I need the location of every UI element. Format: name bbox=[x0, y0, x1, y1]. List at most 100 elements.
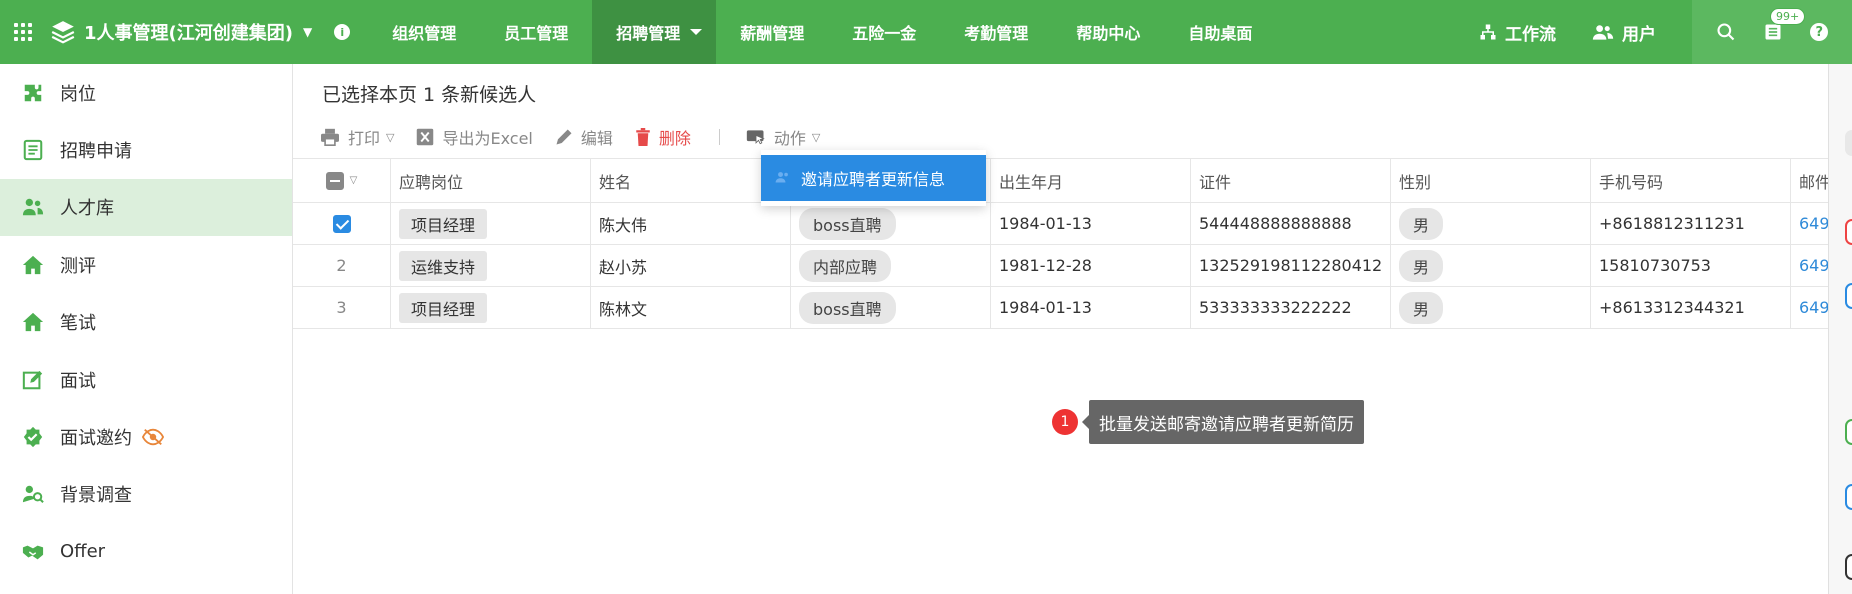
sidebar-item-written-test[interactable]: 笔试 bbox=[0, 294, 292, 351]
sidebar-item-label: 面试邀约 bbox=[60, 428, 132, 450]
info-icon[interactable]: i bbox=[334, 24, 351, 40]
nav-self-service[interactable]: 自助桌面 bbox=[1164, 0, 1276, 64]
user-link[interactable]: 用户 bbox=[1592, 20, 1656, 45]
row-select-cell[interactable] bbox=[293, 203, 391, 244]
home-icon bbox=[22, 255, 44, 275]
sidebar-item-background-check[interactable]: 背景调查 bbox=[0, 466, 292, 523]
name-cell: 陈大伟 bbox=[591, 203, 791, 244]
position-tag: 运维支持 bbox=[399, 250, 488, 281]
nav-salary[interactable]: 薪酬管理 bbox=[716, 0, 828, 64]
sidebar-item-label: 笔试 bbox=[60, 313, 96, 335]
user-label: 用户 bbox=[1622, 24, 1656, 45]
email-link[interactable]: 6490 bbox=[1791, 245, 1828, 286]
print-button[interactable]: 打印 ▽ bbox=[320, 125, 394, 149]
side-indicator bbox=[1845, 219, 1852, 245]
nav-label: 薪酬管理 bbox=[740, 24, 805, 43]
gender-pill: 男 bbox=[1399, 249, 1444, 282]
help-icon[interactable]: ? bbox=[1810, 23, 1829, 41]
source-cell: 内部应聘 bbox=[791, 245, 991, 286]
nav-insurance[interactable]: 五险一金 bbox=[828, 0, 940, 64]
sidebar-item-interview[interactable]: 面试 bbox=[0, 351, 292, 408]
phone-cell: +8613312344321 bbox=[1591, 287, 1791, 328]
phone-cell: +8618812311231 bbox=[1591, 203, 1791, 244]
export-excel-button[interactable]: 导出为Excel bbox=[416, 125, 533, 149]
gender-cell: 男 bbox=[1391, 203, 1591, 244]
sidebar-item-position[interactable]: 岗位 bbox=[0, 64, 292, 121]
main-menu: 组织管理 员工管理 招聘管理 薪酬管理 五险一金 考勤管理 帮助中心 自助桌面 bbox=[368, 0, 1276, 64]
sidebar-item-label: 招聘申请 bbox=[60, 141, 132, 163]
sidebar-item-interview-invite[interactable]: 面试邀约 bbox=[0, 408, 292, 465]
sidebar-item-talent-pool[interactable]: 人才库 bbox=[0, 178, 292, 237]
delete-label: 删除 bbox=[658, 129, 691, 148]
home-icon bbox=[22, 313, 44, 332]
nav-employee[interactable]: 员工管理 bbox=[480, 0, 592, 64]
gender-pill: 男 bbox=[1399, 207, 1444, 240]
nav-org[interactable]: 组织管理 bbox=[368, 0, 480, 64]
select-all-checkbox[interactable] bbox=[325, 171, 344, 190]
sidebar-item-label: 人才库 bbox=[60, 198, 114, 220]
nav-label: 自助桌面 bbox=[1188, 24, 1253, 43]
layers-logo-icon bbox=[51, 21, 75, 44]
action-label: 动作 bbox=[773, 129, 806, 148]
side-indicator bbox=[1845, 484, 1852, 510]
position-tag: 项目经理 bbox=[399, 208, 488, 239]
table-row[interactable]: 3 项目经理 陈林文 boss直聘 1984-01-13 53333333322… bbox=[293, 287, 1828, 329]
sidebar-item-label: 背景调查 bbox=[60, 485, 132, 507]
trash-icon bbox=[636, 128, 650, 146]
search-icon[interactable] bbox=[1716, 22, 1736, 42]
eye-slash-icon[interactable] bbox=[142, 426, 164, 448]
name-cell: 赵小苏 bbox=[591, 245, 791, 286]
workflow-link[interactable]: 工作流 bbox=[1479, 20, 1556, 45]
pencil-icon bbox=[556, 129, 572, 145]
chevron-down-icon: ▽ bbox=[811, 130, 821, 144]
email-link[interactable]: 6490 bbox=[1791, 287, 1828, 328]
apps-grid-icon[interactable] bbox=[0, 0, 46, 64]
sidebar-item-assessment[interactable]: 测评 bbox=[0, 236, 292, 293]
hint-tooltip: 批量发送邮寄邀请应聘者更新简历 bbox=[1082, 400, 1364, 444]
table-row[interactable]: 2 运维支持 赵小苏 内部应聘 1981-12-28 1325291981122… bbox=[293, 245, 1828, 287]
column-header[interactable]: 性别 bbox=[1391, 159, 1591, 202]
nav-help[interactable]: 帮助中心 bbox=[1052, 0, 1164, 64]
row-index: 3 bbox=[293, 287, 391, 328]
nav-label: 五险一金 bbox=[852, 24, 917, 43]
table-header: ▽ 应聘岗位 姓名 出生年月 证件 性别 手机号码 邮件 bbox=[293, 159, 1828, 203]
app-switcher[interactable]: 1人事管理(江河创建集团) ▼ bbox=[46, 0, 312, 64]
column-header[interactable]: 出生年月 bbox=[991, 159, 1191, 202]
row-checkbox[interactable] bbox=[332, 214, 351, 233]
edit-button[interactable]: 编辑 bbox=[555, 125, 613, 149]
app-title: 1人事管理(江河创建集团) bbox=[84, 23, 293, 44]
id-cell: 132529198112280412 bbox=[1191, 245, 1391, 286]
chevron-down-icon: ▽ bbox=[386, 130, 395, 144]
sidebar-item-label: Offer bbox=[60, 541, 106, 563]
delete-button[interactable]: 删除 bbox=[635, 125, 691, 149]
sidebar-item-recruit-request[interactable]: 招聘申请 bbox=[0, 121, 292, 178]
select-all-cell[interactable]: ▽ bbox=[293, 159, 391, 202]
nav-label: 帮助中心 bbox=[1076, 24, 1141, 43]
sidebar-item-offer[interactable]: Offer bbox=[0, 523, 292, 580]
column-header[interactable]: 证件 bbox=[1191, 159, 1391, 202]
column-header[interactable]: 手机号码 bbox=[1591, 159, 1791, 202]
badge-check-icon bbox=[23, 426, 43, 448]
action-button[interactable]: 动作 ▽ bbox=[746, 125, 820, 149]
nav-attendance[interactable]: 考勤管理 bbox=[940, 0, 1052, 64]
chevron-down-icon: ▼ bbox=[302, 25, 313, 39]
id-cell: 544448888888888 bbox=[1191, 203, 1391, 244]
nav-recruit[interactable]: 招聘管理 bbox=[592, 0, 717, 64]
sidebar: 岗位 招聘申请 人才库 测评 笔试 面试 面试邀约 背景调查 Offer bbox=[0, 64, 293, 594]
candidate-table: ▽ 应聘岗位 姓名 出生年月 证件 性别 手机号码 邮件 项目经理 陈大伟 bo… bbox=[293, 158, 1828, 329]
side-indicator bbox=[1845, 130, 1852, 156]
birth-cell: 1981-12-28 bbox=[991, 245, 1191, 286]
nav-label: 招聘管理 bbox=[616, 24, 681, 43]
top-navbar: 1人事管理(江河创建集团) ▼ i 组织管理 员工管理 招聘管理 薪酬管理 五险… bbox=[0, 0, 1852, 64]
invite-update-info-menu-item[interactable]: 邀请应聘者更新信息 bbox=[761, 155, 986, 201]
column-header[interactable]: 应聘岗位 bbox=[391, 159, 591, 202]
gender-pill: 男 bbox=[1399, 291, 1444, 324]
export-label: 导出为Excel bbox=[442, 129, 533, 148]
menu-item-label: 邀请应聘者更新信息 bbox=[801, 170, 946, 189]
email-link[interactable]: 6490 bbox=[1791, 203, 1828, 244]
birth-cell: 1984-01-13 bbox=[991, 287, 1191, 328]
column-header[interactable]: 邮件 bbox=[1791, 159, 1828, 202]
toolbar-divider bbox=[718, 129, 720, 145]
table-row[interactable]: 项目经理 陈大伟 boss直聘 1984-01-13 5444488888888… bbox=[293, 203, 1828, 245]
side-indicator bbox=[1845, 554, 1852, 580]
